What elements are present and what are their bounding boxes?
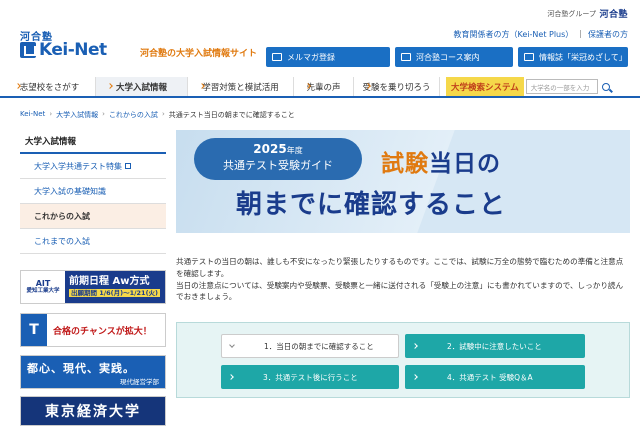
ait-logo: AIT 愛知工業大学 xyxy=(21,271,65,303)
gendai-banner[interactable]: 都心、現代、実践。 現代経営学部 xyxy=(20,355,166,389)
anchor-label: 2．試験中に注意したいこと xyxy=(447,341,542,351)
nav-admissions-info[interactable]: 大学入試情報 xyxy=(96,77,188,96)
crumb-separator: › xyxy=(161,110,165,118)
mail-icon xyxy=(272,53,282,61)
external-link-icon xyxy=(125,163,131,169)
anchor-qa[interactable]: 4．共通テスト 受験Q＆A xyxy=(405,365,585,389)
nav-label: 志望校をさがす xyxy=(19,82,80,93)
search-icon xyxy=(601,82,610,91)
sidebar: 大学入試情報 大学入学共通テスト特集 大学入試の基礎知識 これからの入試 これま… xyxy=(20,130,166,254)
ait-university-name: 愛知工業大学 xyxy=(26,288,60,295)
course-guide-label: 河合塾コース案内 xyxy=(416,52,480,62)
chevron-right-icon xyxy=(107,83,113,89)
chevron-right-icon xyxy=(412,343,418,349)
intro-text: 共通テストの当日の朝は、誰しも不安になったり緊張したりするものです。ここでは、試… xyxy=(176,256,630,303)
hero-title-rest: 当日の xyxy=(429,151,501,177)
ait-banner-title: 前期日程 Aw方式 xyxy=(69,275,150,287)
guide-badge: 2025年度 共通テスト受験ガイド xyxy=(194,138,362,180)
hero-title-line1: 試験当日の xyxy=(381,144,501,178)
book-icon xyxy=(20,42,36,58)
gendai-banner-title: 都心、現代、実践。 xyxy=(27,362,135,375)
intro-paragraph: 共通テストの当日の朝は、誰しも不安になったり緊張したりするものです。ここでは、試… xyxy=(176,257,624,278)
tku-banner[interactable]: 東京経済大学 xyxy=(20,396,166,426)
sidebar-item-basics[interactable]: 大学入試の基礎知識 xyxy=(20,179,166,204)
guide-year: 2025 xyxy=(253,142,287,156)
chance-banner[interactable]: T 合格のチャンスが拡大！ xyxy=(20,313,166,347)
kawaijuku-group-logo[interactable]: 河合塾 xyxy=(599,7,628,20)
crumb-separator: › xyxy=(102,110,105,118)
crumb-admissions[interactable]: 大学入試情報 xyxy=(56,110,98,120)
crumb-current: 共通テスト当日の朝までに確認すること xyxy=(168,111,295,119)
magazine-label: 情報誌「栄冠めざして」 xyxy=(539,52,627,62)
global-nav: 志望校をさがす 大学入試情報 学習対策と模試活用 先輩の声 受験を乗り切ろう 大… xyxy=(0,77,640,98)
top-bar: 河合塾グループ 河合塾 xyxy=(0,0,640,20)
kei-net-logo[interactable]: Kei-Net xyxy=(20,40,107,60)
crumb-upcoming[interactable]: これからの入試 xyxy=(109,110,158,120)
sidebar-item-label: 大学入学共通テスト特集 xyxy=(34,161,122,171)
guide-name: 共通テスト受験ガイド xyxy=(223,159,333,172)
anchor-label: 3．共通テスト後に行うこと xyxy=(263,372,358,382)
chance-banner-text: 合格のチャンスが拡大！ xyxy=(53,326,152,337)
course-guide-button[interactable]: 河合塾コース案内 xyxy=(395,47,513,67)
hero-title-line2: 朝までに確認すること xyxy=(236,190,507,220)
breadcrumb: Kei-Net › 大学入試情報 › これからの入試 › 共通テスト当日の朝まで… xyxy=(20,110,295,120)
nav-label: 学習対策と模試活用 xyxy=(202,82,279,93)
university-search-input[interactable]: 大学名の一部を入力 xyxy=(525,79,598,94)
gendai-banner-sub: 現代経営学部 xyxy=(120,378,159,386)
crumb-home[interactable]: Kei-Net xyxy=(20,110,45,120)
anchor-label: 4．共通テスト 受験Q＆A xyxy=(447,372,533,382)
intro-paragraph: 当日の注意点については、受験案内や受験票、受験票と一緒に送付される「受験上の注意… xyxy=(176,280,624,302)
chevron-right-icon xyxy=(228,374,234,380)
anchor-after-test[interactable]: 3．共通テスト後に行うこと xyxy=(221,365,399,389)
mail-magazine-button[interactable]: メルマガ登録 xyxy=(266,47,390,67)
anchor-during-exam[interactable]: 2．試験中に注意したいこと xyxy=(405,334,585,358)
anchor-label: 1．当日の朝までに確認すること xyxy=(264,341,374,351)
nav-label: 大学入試情報 xyxy=(115,82,167,93)
group-label: 河合塾グループ xyxy=(547,10,596,18)
sidebar-item-upcoming[interactable]: これからの入試 xyxy=(20,204,166,229)
chevron-down-icon xyxy=(229,342,235,348)
nav-label: 先輩の声 xyxy=(306,82,341,93)
nav-study-mock[interactable]: 学習対策と模試活用 xyxy=(188,77,294,96)
site-tagline: 河合塾の大学入試情報サイト xyxy=(140,49,258,59)
sidebar-item-past[interactable]: これまでの入試 xyxy=(20,229,166,254)
university-emblem-icon: T xyxy=(21,314,47,346)
magazine-button[interactable]: 情報誌「栄冠めざして」 xyxy=(518,47,628,67)
nav-senpai-voice[interactable]: 先輩の声 xyxy=(294,77,354,96)
anchor-morning-check[interactable]: 1．当日の朝までに確認すること xyxy=(221,334,399,358)
guide-year-suffix: 年度 xyxy=(286,146,303,155)
ait-banner[interactable]: AIT 愛知工業大学 前期日程 Aw方式 出願期間 1/6(月)～1/21(火) xyxy=(20,270,166,304)
university-search-label: 大学検索システム xyxy=(446,77,524,96)
chevron-right-icon xyxy=(412,374,418,380)
hero-banner: 2025年度 共通テスト受験ガイド 試験当日の 朝までに確認すること xyxy=(176,130,630,233)
book-open-icon xyxy=(524,53,534,61)
header-links: 教育関係者の方（Kei-Net Plus） | 保護者の方 xyxy=(454,29,628,40)
crumb-separator: › xyxy=(49,110,53,118)
search-button[interactable] xyxy=(599,79,613,94)
educators-link[interactable]: 教育関係者の方（Kei-Net Plus） xyxy=(454,29,574,40)
section-anchor-menu: 1．当日の朝までに確認すること 2．試験中に注意したいこと 3．共通テスト後に行… xyxy=(176,322,630,398)
link-separator: | xyxy=(579,29,582,38)
nav-find-school[interactable]: 志望校をさがす xyxy=(4,77,96,96)
ait-banner-text: 前期日程 Aw方式 出願期間 1/6(月)～1/21(火) xyxy=(65,276,165,299)
sidebar-item-common-test[interactable]: 大学入学共通テスト特集 xyxy=(20,154,166,179)
parents-link[interactable]: 保護者の方 xyxy=(588,29,628,40)
sidebar-title: 大学入試情報 xyxy=(20,130,166,154)
kei-net-logo-text: Kei-Net xyxy=(39,40,107,60)
guide-year-line: 2025年度 xyxy=(194,142,362,156)
nav-label: 受験を乗り切ろう xyxy=(362,82,431,93)
nav-exam-tips[interactable]: 受験を乗り切ろう xyxy=(354,77,440,96)
document-icon xyxy=(401,53,411,61)
hero-title-highlight: 試験 xyxy=(381,151,429,177)
ait-banner-period: 出願期間 1/6(月)～1/21(火) xyxy=(69,289,161,297)
mail-magazine-label: メルマガ登録 xyxy=(287,52,335,62)
